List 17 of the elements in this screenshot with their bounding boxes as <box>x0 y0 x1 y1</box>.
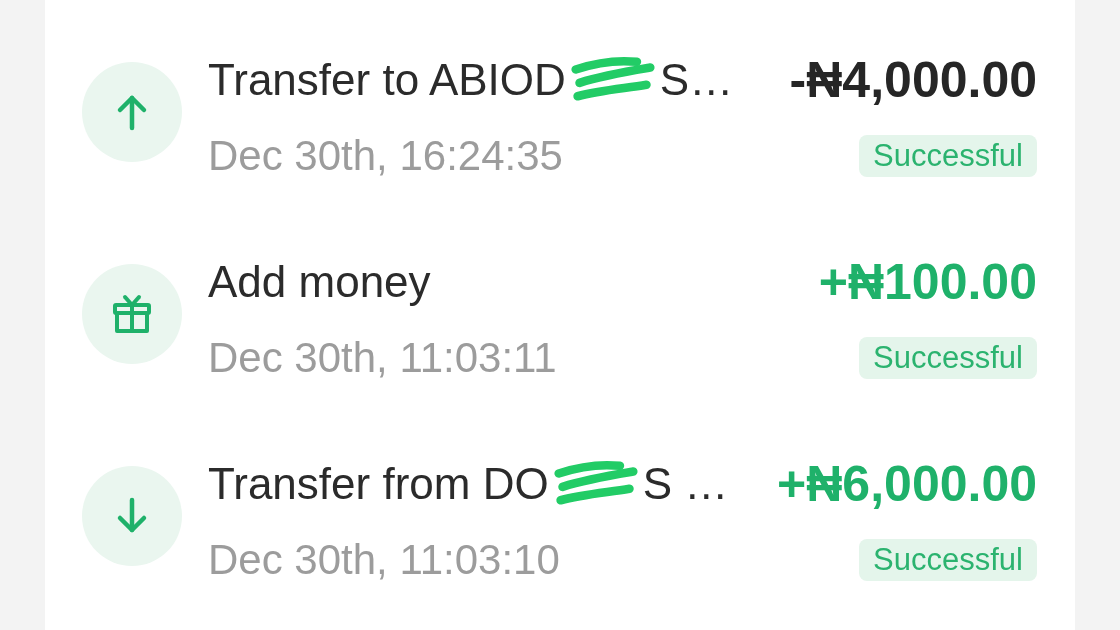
arrow-up-icon <box>82 62 182 162</box>
transaction-amount: -₦4,000.00 <box>789 50 1037 109</box>
status-badge: Successful <box>859 336 1037 379</box>
transaction-time: Dec 30th, 11:03:10 <box>208 535 560 584</box>
arrow-down-icon <box>82 466 182 566</box>
transaction-time: Dec 30th, 16:24:35 <box>208 131 563 180</box>
transaction-title: Transfer to ABIOD <box>208 54 566 105</box>
status-badge: Successful <box>859 134 1037 177</box>
title-ending: S … <box>642 458 729 509</box>
transaction-title: Add money <box>208 256 431 307</box>
title-ending: S… <box>659 54 734 105</box>
transaction-amount: +₦6,000.00 <box>777 454 1037 513</box>
status-badge: Successful <box>859 538 1037 581</box>
transaction-title: Transfer from DO <box>208 458 549 509</box>
transaction-amount: +₦100.00 <box>818 252 1037 311</box>
gift-icon <box>82 264 182 364</box>
transaction-time: Dec 30th, 11:03:11 <box>208 333 557 382</box>
